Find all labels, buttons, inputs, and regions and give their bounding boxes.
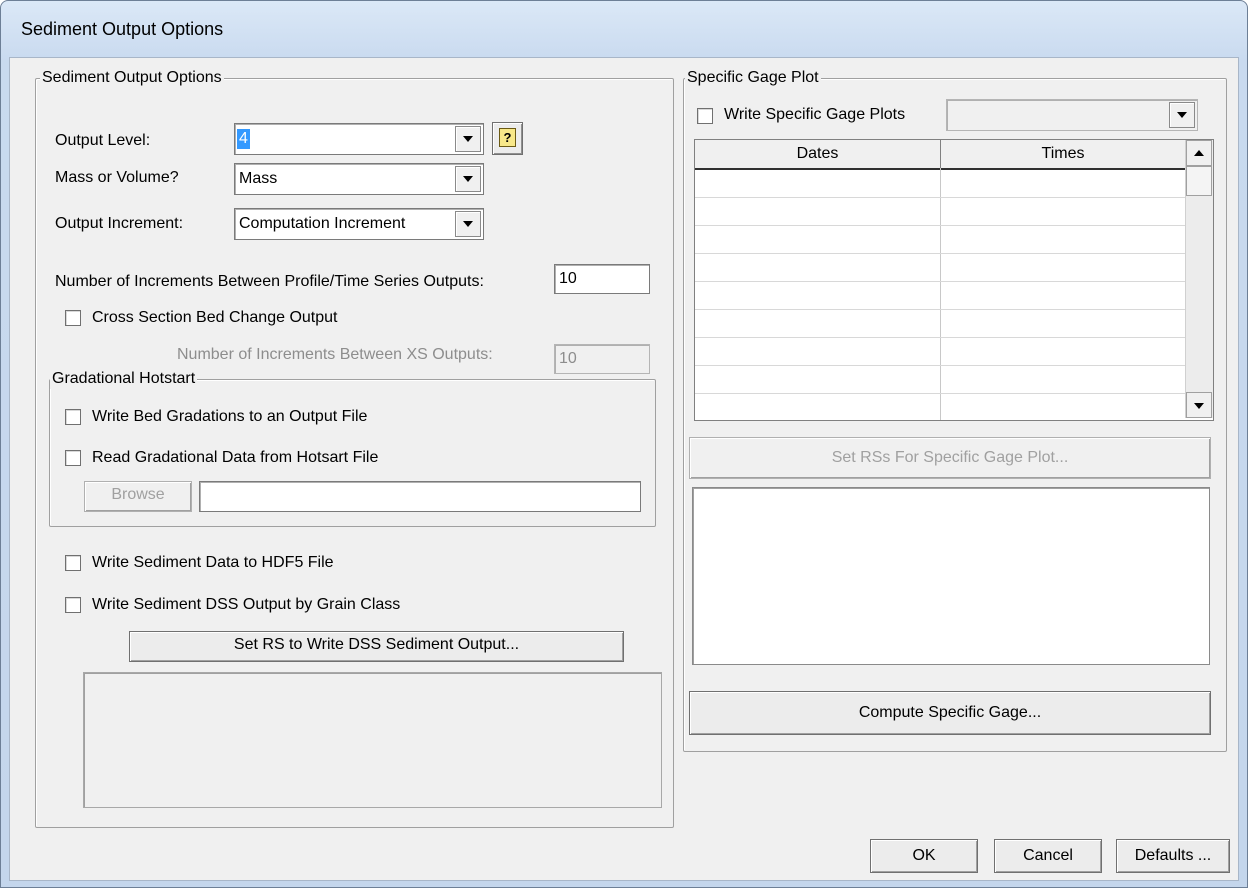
write-hdf5-label: Write Sediment Data to HDF5 File: [92, 554, 334, 571]
chevron-down-icon[interactable]: [1169, 102, 1195, 128]
scroll-thumb[interactable]: [1186, 166, 1212, 196]
write-dss-checkbox[interactable]: [65, 597, 81, 613]
sediment-output-options-group: Sediment Output Options Output Level: 4 …: [35, 68, 674, 828]
table-row[interactable]: [695, 310, 1185, 338]
num-increments-label: Number of Increments Between Profile/Tim…: [55, 273, 484, 290]
scroll-down-icon[interactable]: [1186, 392, 1212, 418]
ok-button[interactable]: OK: [870, 839, 978, 873]
mass-volume-label: Mass or Volume?: [55, 169, 179, 186]
cancel-button[interactable]: Cancel: [994, 839, 1102, 873]
table-header: Dates Times: [695, 140, 1186, 170]
dss-rs-listbox[interactable]: [83, 672, 662, 808]
output-level-value: 4: [237, 129, 250, 149]
xs-bed-change-checkbox[interactable]: [65, 310, 81, 326]
set-rs-specific-gage-button[interactable]: Set RSs For Specific Gage Plot...: [689, 437, 1211, 479]
table-row[interactable]: [695, 394, 1185, 421]
chevron-down-icon[interactable]: [455, 126, 481, 152]
output-increment-combo[interactable]: Computation Increment: [234, 208, 484, 240]
help-icon: ?: [499, 128, 516, 147]
mass-volume-combo[interactable]: Mass: [234, 163, 484, 195]
column-header-dates[interactable]: Dates: [695, 140, 941, 168]
output-increment-value: Computation Increment: [239, 215, 406, 232]
xs-increments-label: Number of Increments Between XS Outputs:: [177, 346, 493, 363]
xs-increments-value: 10: [559, 350, 577, 367]
output-level-combo[interactable]: 4: [234, 123, 484, 155]
output-level-label: Output Level:: [55, 132, 151, 149]
hotstart-group-title: Gradational Hotstart: [50, 369, 198, 389]
table-row[interactable]: [695, 338, 1185, 366]
table-row[interactable]: [695, 366, 1185, 394]
write-dss-label: Write Sediment DSS Output by Grain Class: [92, 596, 401, 613]
write-bed-gradations-label: Write Bed Gradations to an Output File: [92, 408, 368, 425]
specific-gage-plot-group: Specific Gage Plot Write Specific Gage P…: [683, 68, 1227, 752]
defaults-button[interactable]: Defaults ...: [1116, 839, 1230, 873]
compute-specific-gage-button[interactable]: Compute Specific Gage...: [689, 691, 1211, 735]
mass-volume-value: Mass: [239, 170, 278, 187]
table-row[interactable]: [695, 226, 1185, 254]
group-title: Sediment Output Options: [40, 68, 224, 88]
group-title: Specific Gage Plot: [685, 68, 821, 88]
xs-bed-change-label: Cross Section Bed Change Output: [92, 309, 338, 326]
dialog-window: Sediment Output Options Sediment Output …: [0, 0, 1248, 888]
window-title: Sediment Output Options: [21, 19, 224, 39]
gradational-hotstart-group: Gradational Hotstart Write Bed Gradation…: [49, 369, 656, 527]
write-specific-gage-plots-label: Write Specific Gage Plots: [724, 106, 906, 123]
set-rs-dss-button[interactable]: Set RS to Write DSS Sediment Output...: [129, 631, 624, 662]
write-specific-gage-plots-checkbox[interactable]: [697, 108, 713, 124]
table-row[interactable]: [695, 198, 1185, 226]
table-row[interactable]: [695, 254, 1185, 282]
table-vertical-scrollbar[interactable]: [1185, 140, 1213, 418]
specific-gage-rs-listbox[interactable]: [692, 487, 1210, 665]
output-level-help-button[interactable]: ?: [492, 122, 523, 155]
chevron-down-icon[interactable]: [455, 211, 481, 237]
write-hdf5-checkbox[interactable]: [65, 555, 81, 571]
output-increment-label: Output Increment:: [55, 215, 184, 232]
dialog-client-area: Sediment Output Options Output Level: 4 …: [9, 57, 1239, 881]
column-header-times[interactable]: Times: [941, 140, 1186, 168]
scroll-up-icon[interactable]: [1186, 140, 1212, 166]
table-row[interactable]: [695, 170, 1185, 198]
num-increments-value: 10: [559, 270, 577, 287]
browse-button[interactable]: Browse: [84, 481, 192, 512]
write-bed-gradations-checkbox[interactable]: [65, 409, 81, 425]
hotstart-path-input[interactable]: [199, 481, 641, 512]
read-gradational-checkbox[interactable]: [65, 450, 81, 466]
num-increments-input[interactable]: 10: [554, 264, 650, 294]
read-gradational-label: Read Gradational Data from Hotsart File: [92, 449, 379, 466]
specific-gage-plots-combo[interactable]: [946, 99, 1198, 131]
table-row[interactable]: [695, 282, 1185, 310]
dates-times-table[interactable]: Dates Times: [694, 139, 1214, 421]
chevron-down-icon[interactable]: [455, 166, 481, 192]
title-bar[interactable]: Sediment Output Options: [1, 1, 1247, 57]
xs-increments-input[interactable]: 10: [554, 344, 650, 374]
